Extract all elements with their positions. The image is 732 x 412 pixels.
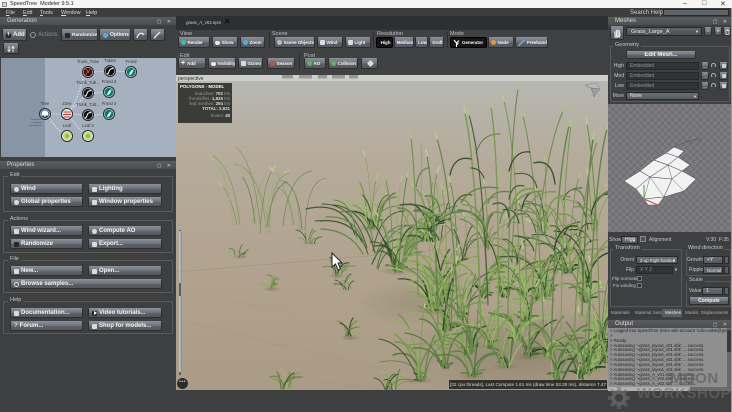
svg-text:Tubes: Tubes [104,58,115,63]
svg-text:Leaf: Leaf [63,123,72,128]
svg-text:Frond 4: Frond 4 [102,101,117,106]
svg-text:Tree: Tree [41,101,50,106]
svg-text:Frond: Frond [126,59,138,64]
svg-text:Trunk_Tub...: Trunk_Tub... [76,80,99,85]
svg-text:Zone: Zone [62,101,72,106]
svg-text:Trunk_Tub...: Trunk_Tub... [76,102,99,107]
svg-text:Frond 3: Frond 3 [102,79,117,84]
svg-text:Trunk_Tube: Trunk_Tube [77,59,100,64]
svg-text:Leaf 2: Leaf 2 [82,123,94,128]
